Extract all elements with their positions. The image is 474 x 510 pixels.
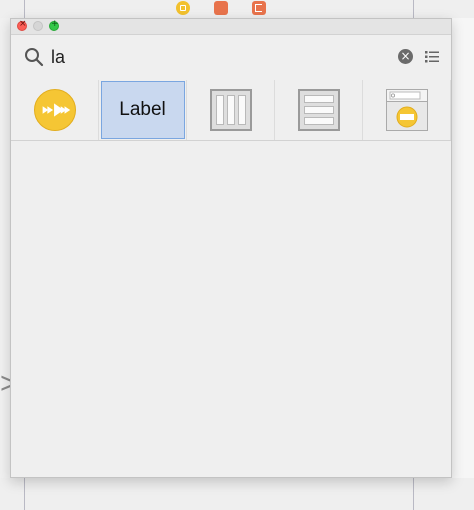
- canvas-left-area: [0, 18, 10, 478]
- result-text-input[interactable]: [363, 80, 451, 140]
- label-icon: Label: [100, 81, 185, 139]
- search-icon: [25, 48, 44, 67]
- scene-frame-edge-right-bottom: [413, 478, 414, 510]
- result-label-text: Label: [119, 99, 166, 120]
- canvas-right-area: [452, 18, 474, 478]
- result-label[interactable]: Label: [99, 80, 187, 140]
- first-responder-icon[interactable]: [214, 1, 228, 15]
- panel-titlebar[interactable]: [11, 19, 451, 35]
- result-horizontal-stack-view[interactable]: [187, 80, 275, 140]
- view-controller-icon[interactable]: [176, 1, 190, 15]
- canvas-bottom-area: [0, 478, 474, 510]
- horizontal-stack-view-icon: [209, 89, 252, 131]
- library-results-grid: Label: [11, 80, 451, 141]
- library-panel: × Label: [10, 18, 452, 478]
- search-input[interactable]: [51, 45, 381, 69]
- text-input-placeholder-icon: [385, 89, 428, 131]
- minimize-window-button[interactable]: [33, 21, 43, 31]
- close-window-button[interactable]: [17, 19, 27, 31]
- result-av-player-view[interactable]: [11, 80, 99, 140]
- result-vertical-stack-view[interactable]: [275, 80, 363, 140]
- clear-search-button[interactable]: ×: [398, 49, 413, 64]
- list-view-toggle-icon[interactable]: [425, 51, 439, 63]
- vertical-stack-view-icon: [297, 89, 340, 131]
- canvas-top-bar: [0, 0, 474, 18]
- zoom-window-button[interactable]: [49, 19, 59, 31]
- exit-icon[interactable]: [252, 1, 266, 15]
- search-bar: ×: [11, 35, 451, 80]
- av-player-view-icon: [33, 89, 76, 131]
- scene-frame-edge-right: [413, 0, 414, 18]
